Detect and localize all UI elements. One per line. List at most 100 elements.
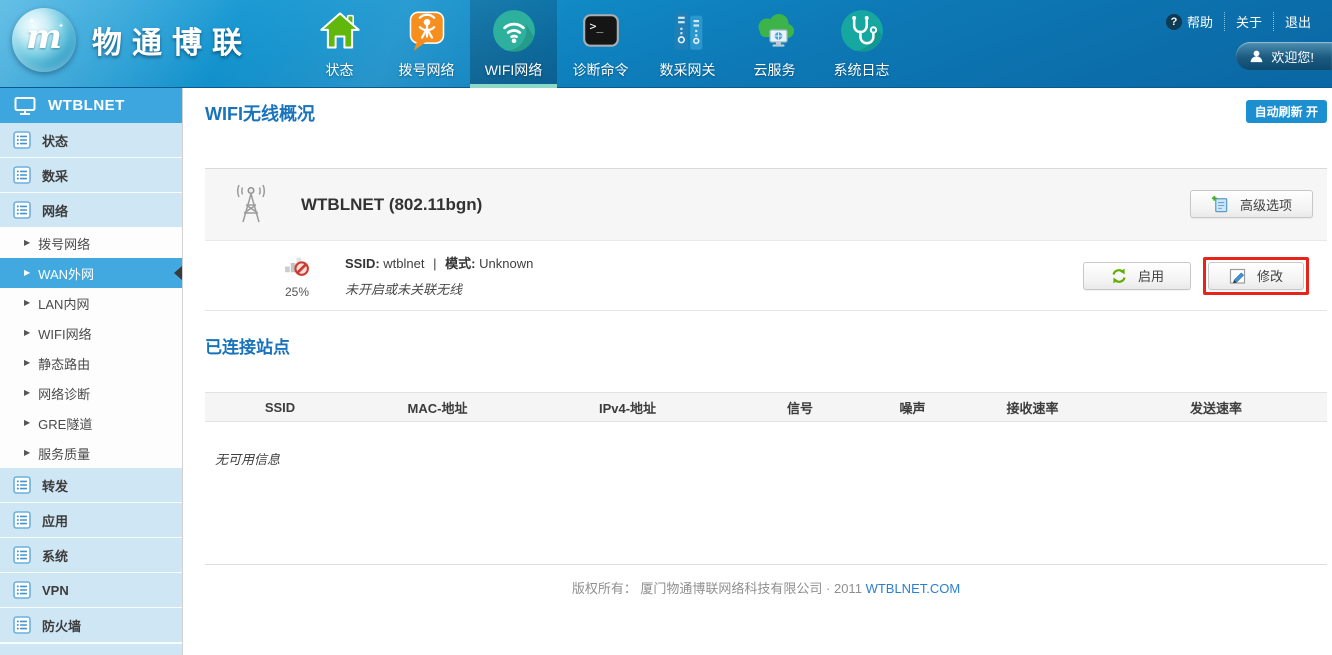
help-icon: ?: [1166, 14, 1182, 30]
monitor-icon: [14, 96, 36, 116]
list-icon: [13, 511, 31, 529]
empty-table-message: 无可用信息: [215, 449, 1327, 468]
app-header: ✦ ✦ m 物通博联 状态 拨号网络 WIFI网络 >_: [0, 0, 1332, 88]
main-nav: 状态 拨号网络 WIFI网络 >_ 诊断命令 数采网关: [296, 0, 905, 88]
sidebar-subitem-dial-network[interactable]: ▶ 拨号网络: [0, 228, 182, 258]
sidebar-item-status[interactable]: 状态: [0, 123, 182, 158]
welcome-user-button[interactable]: 欢迎您!: [1236, 42, 1332, 70]
chevron-right-icon: ▶: [24, 449, 30, 457]
sidebar-subitem-qos[interactable]: ▶ 服务质量: [0, 438, 182, 468]
sidebar-item-vpn[interactable]: VPN: [0, 573, 182, 608]
dial-signal-icon: [403, 7, 451, 55]
col-ipv4: IPv4-地址: [520, 398, 735, 417]
wifi-network-title: WTBLNET (802.11bgn): [301, 195, 482, 215]
nav-tab-wifi-network[interactable]: WIFI网络: [470, 0, 557, 88]
brand-name: 物通博联: [92, 18, 252, 62]
wifi-overview-card: WTBLNET (802.11bgn) 高级选项 25% SSID: wt: [205, 168, 1327, 311]
sidebar-subitem-network-diagnosis[interactable]: ▶ 网络诊断: [0, 378, 182, 408]
footer-divider: [205, 564, 1327, 565]
wifi-icon: [490, 7, 538, 55]
chevron-right-icon: ▶: [24, 239, 30, 247]
col-tx-rate: 发送速率: [1105, 398, 1327, 417]
stations-table-header: SSID MAC-地址 IPv4-地址 信号 噪声 接收速率 发送速率: [205, 392, 1327, 422]
chevron-right-icon: ▶: [24, 359, 30, 367]
list-icon: [13, 546, 31, 564]
server-gateway-icon: [664, 7, 712, 55]
sidebar-subitem-static-route[interactable]: ▶ 静态路由: [0, 348, 182, 378]
nav-tab-dial-network[interactable]: 拨号网络: [383, 0, 470, 88]
sidebar-subitem-wan[interactable]: ▶ WAN外网: [0, 258, 182, 288]
ssid-value: wtblnet: [383, 256, 424, 271]
nav-tab-cloud-service[interactable]: 云服务: [731, 0, 818, 88]
advanced-options-button[interactable]: 高级选项: [1190, 190, 1313, 218]
signal-disabled-icon: [284, 253, 311, 278]
enable-button[interactable]: 启用: [1083, 262, 1191, 290]
home-icon: [316, 7, 364, 55]
main-content: WIFI无线概况 自动刷新 开 WTBLNET (802.11bgn) 高级选项…: [183, 88, 1332, 655]
selected-notch: [174, 266, 182, 280]
list-icon: [13, 581, 31, 599]
top-utility-links: ? 帮助 关于 退出: [1155, 12, 1322, 31]
list-icon: [13, 131, 31, 149]
advanced-options-icon: [1211, 195, 1230, 214]
ssid-info: SSID: wtblnet | 模式: Unknown 未开启或未关联无线: [345, 253, 533, 298]
sidebar-item-forwarding[interactable]: 转发: [0, 468, 182, 503]
signal-block: 25%: [275, 253, 319, 299]
modify-button[interactable]: 修改: [1208, 262, 1304, 290]
cloud-service-icon: [751, 7, 799, 55]
mode-value: Unknown: [479, 256, 533, 271]
brand-logo: ✦ ✦ m 物通博联: [12, 8, 252, 72]
sidebar-item-data-acquisition[interactable]: 数采: [0, 158, 182, 193]
signal-percent: 25%: [275, 285, 319, 299]
list-icon: [13, 476, 31, 494]
logo-sphere-icon: ✦ ✦ m: [12, 8, 76, 72]
sparkle-icon: ✦: [28, 16, 36, 27]
sidebar-clipped-row: [0, 643, 182, 655]
svg-text:>_: >_: [589, 19, 603, 33]
col-ssid: SSID: [205, 400, 355, 415]
page-title: WIFI无线概况: [205, 100, 315, 126]
list-icon: [13, 166, 31, 184]
chevron-right-icon: ▶: [24, 389, 30, 397]
nav-tab-system-log[interactable]: 系统日志: [818, 0, 905, 88]
edit-icon: [1229, 267, 1247, 285]
wifi-card-header: WTBLNET (802.11bgn) 高级选项: [205, 169, 1327, 241]
sidebar-subitem-lan[interactable]: ▶ LAN内网: [0, 288, 182, 318]
wifi-status-text: 未开启或未关联无线: [345, 279, 533, 298]
list-icon: [13, 201, 31, 219]
about-link[interactable]: 关于: [1224, 12, 1273, 31]
footer-link[interactable]: WTBLNET.COM: [866, 581, 961, 596]
radio-tower-icon: [229, 183, 273, 227]
col-noise: 噪声: [865, 398, 960, 417]
logout-link[interactable]: 退出: [1273, 12, 1322, 31]
auto-refresh-toggle[interactable]: 自动刷新 开: [1246, 100, 1327, 123]
ssid-line: SSID: wtblnet | 模式: Unknown: [345, 253, 533, 272]
connected-stations-title: 已连接站点: [205, 333, 1327, 358]
chevron-right-icon: ▶: [24, 329, 30, 337]
sidebar-device-header: WTBLNET: [0, 88, 182, 123]
stethoscope-icon: [838, 7, 886, 55]
chevron-right-icon: ▶: [24, 299, 30, 307]
sidebar: WTBLNET 状态 数采 网络 ▶ 拨号网络 ▶ WAN外网 ▶ LAN内网: [0, 88, 183, 655]
nav-tab-data-gateway[interactable]: 数采网关: [644, 0, 731, 88]
wifi-card-body: 25% SSID: wtblnet | 模式: Unknown 未开启或未关联无…: [205, 241, 1327, 311]
footer-copyright: 版权所有： 厦门物通博联网络科技有限公司 · 2011 WTBLNET.COM: [205, 578, 1327, 597]
refresh-icon: [1110, 267, 1128, 285]
welcome-label: 欢迎您!: [1271, 47, 1314, 66]
list-icon: [13, 616, 31, 634]
terminal-icon: >_: [577, 7, 625, 55]
sidebar-subitem-wifi[interactable]: ▶ WIFI网络: [0, 318, 182, 348]
col-signal: 信号: [735, 398, 865, 417]
sidebar-subitem-gre-tunnel[interactable]: ▶ GRE隧道: [0, 408, 182, 438]
nav-tab-status[interactable]: 状态: [296, 0, 383, 88]
sidebar-item-application[interactable]: 应用: [0, 503, 182, 538]
help-link[interactable]: ? 帮助: [1155, 12, 1224, 31]
user-icon: [1249, 49, 1264, 64]
sidebar-item-network[interactable]: 网络: [0, 193, 182, 228]
highlight-box: 修改: [1203, 257, 1309, 295]
nav-tab-diagnostic-command[interactable]: >_ 诊断命令: [557, 0, 644, 88]
col-mac: MAC-地址: [355, 398, 520, 417]
chevron-right-icon: ▶: [24, 269, 30, 277]
sidebar-item-system[interactable]: 系统: [0, 538, 182, 573]
sidebar-item-firewall[interactable]: 防火墙: [0, 608, 182, 643]
